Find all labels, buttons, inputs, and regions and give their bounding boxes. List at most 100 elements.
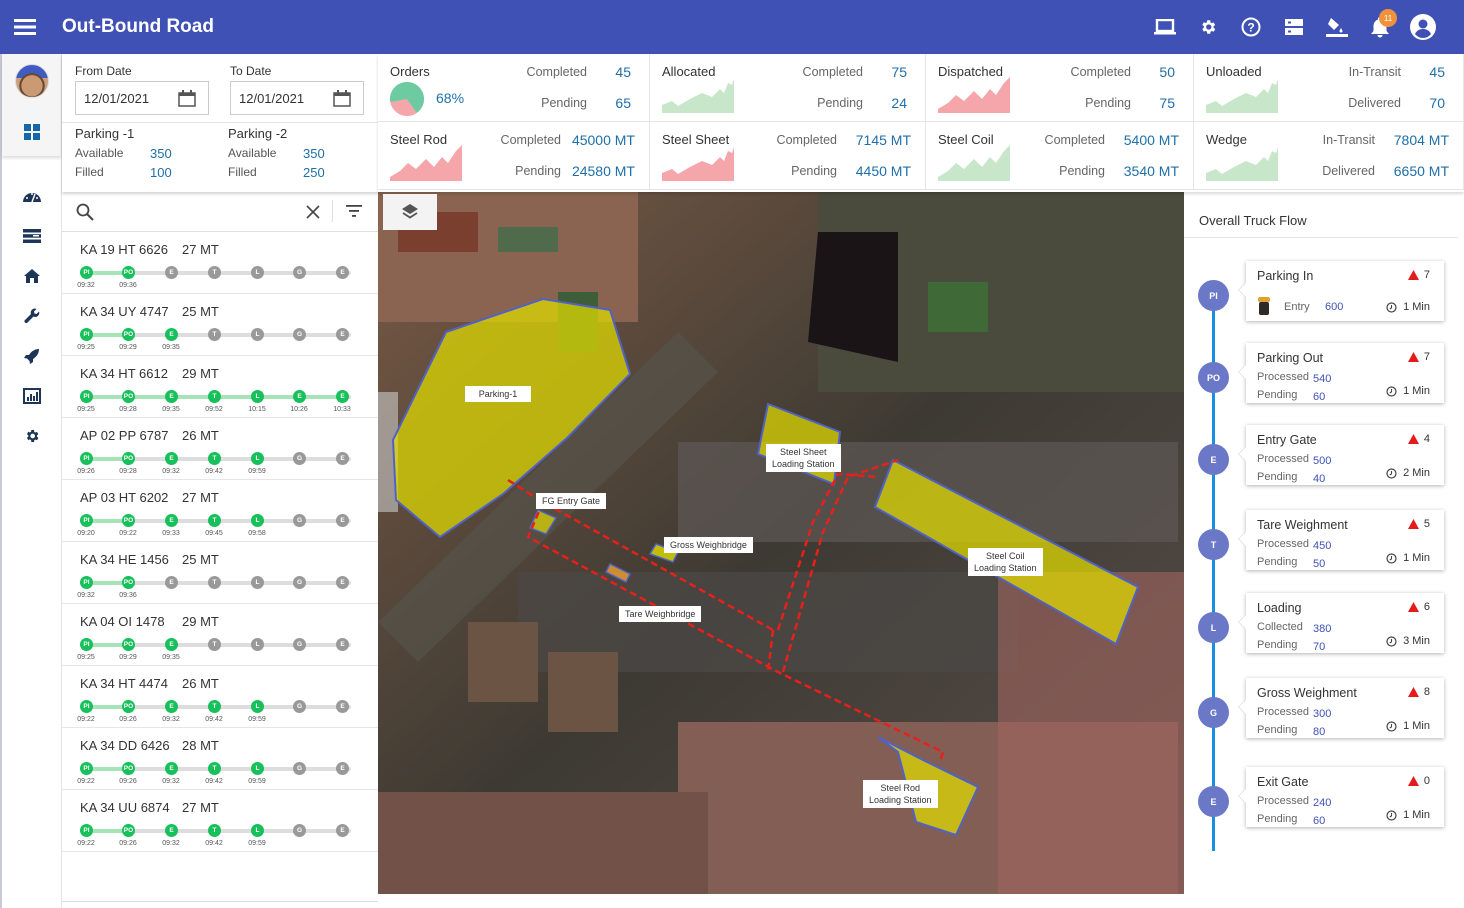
theme-button[interactable] xyxy=(1315,0,1358,54)
avg-time: 1 Min xyxy=(1403,720,1430,732)
avatar[interactable] xyxy=(14,64,49,98)
stat-card-orders[interactable]: Orders Completed 45 Pending 65 68% xyxy=(378,54,650,122)
sparkline-chart xyxy=(662,147,734,181)
rail-settings[interactable] xyxy=(2,416,62,456)
map-label-fg-entry-gate[interactable]: FG Entry Gate xyxy=(536,493,607,509)
rail-home[interactable] xyxy=(2,256,62,296)
sparkline-chart xyxy=(1206,147,1278,181)
stat-value-1: 45 xyxy=(615,64,631,80)
flow-card-parking-in[interactable]: Parking In 7 Entry 600 1 Min xyxy=(1239,261,1444,321)
stat-card-dispatched[interactable]: Dispatched Completed 50 Pending 75 xyxy=(926,54,1194,122)
warning-icon xyxy=(1407,352,1419,362)
stage-dot-po: PO xyxy=(122,452,135,465)
stat-title: Orders xyxy=(390,64,430,79)
calendar-icon[interactable] xyxy=(333,90,351,107)
laptop-button[interactable] xyxy=(1143,0,1186,54)
truck-list-item[interactable]: AP 02 PP 6787 26 MT PI 09:26 PO 09:28 E 09:32 T 0… xyxy=(62,418,378,480)
stage-dot-l: L xyxy=(251,390,264,403)
stat-label-2: Delivered xyxy=(1322,164,1375,178)
map-label-gross-weighbridge[interactable]: Gross Weighbridge xyxy=(664,537,753,553)
calendar-icon[interactable] xyxy=(178,90,196,107)
stat-card-allocated[interactable]: Allocated Completed 75 Pending 24 xyxy=(650,54,926,122)
storage-icon xyxy=(1284,19,1303,35)
stage-dot-g: G xyxy=(293,266,306,279)
account-button[interactable] xyxy=(1401,0,1444,54)
from-date-value: 12/01/2021 xyxy=(84,90,150,106)
stage-time: 09:32 xyxy=(162,716,180,723)
stat-card-steel-sheet[interactable]: Steel Sheet Completed 7145 MT Pending 4450 M… xyxy=(650,122,926,190)
from-date-input[interactable]: 12/01/2021 xyxy=(75,81,209,115)
wrench-icon xyxy=(23,308,39,324)
truck-weight: 27 MT xyxy=(182,242,219,257)
warning-icon xyxy=(1407,776,1419,786)
laptop-icon xyxy=(1153,19,1176,35)
rail-reports[interactable] xyxy=(2,376,62,416)
flow-value-1: 240 xyxy=(1313,797,1332,809)
stage-dot-po: PO xyxy=(122,700,135,713)
stage-dot-l: L xyxy=(251,452,264,465)
clear-icon[interactable] xyxy=(306,205,320,219)
rail-gauge[interactable] xyxy=(2,176,62,216)
layers-button[interactable] xyxy=(383,194,437,230)
help-button[interactable]: ? xyxy=(1229,0,1272,54)
stat-card-steel-rod[interactable]: Steel Rod Completed 45000 MT Pending 24580 M… xyxy=(378,122,650,190)
to-date-input[interactable]: 12/01/2021 xyxy=(230,81,364,115)
storage-button[interactable] xyxy=(1272,0,1315,54)
stage-dot-pi: PI xyxy=(80,452,93,465)
stat-value-2: 24 xyxy=(891,95,907,111)
flow-card-gross-weighment[interactable]: Gross Weighment 8 Processed 300 Pending 80 1 M… xyxy=(1239,678,1444,738)
available-value: 350 xyxy=(150,146,172,161)
stage-dot-e: E xyxy=(165,266,178,279)
filter-icon[interactable] xyxy=(346,205,362,217)
stage-dot-pi: PI xyxy=(80,824,93,837)
truck-list-item[interactable]: AP 03 HT 6202 27 MT PI 09:20 PO 09:22 E 09:33 T 0… xyxy=(62,480,378,542)
flow-node-po: PO xyxy=(1198,362,1229,393)
truck-list-item[interactable]: KA 34 DD 6426 28 MT PI 09:22 PO 09:26 E 09:32 T 0… xyxy=(62,728,378,790)
truck-plate: AP 03 HT 6202 xyxy=(80,490,169,505)
search-icon[interactable] xyxy=(76,203,94,221)
search-input[interactable] xyxy=(104,200,324,224)
map-label-steel-rod[interactable]: Steel Rod Loading Station xyxy=(863,780,938,808)
notification-badge: 11 xyxy=(1379,9,1397,27)
flow-card-entry-gate[interactable]: Entry Gate 4 Processed 500 Pending 40 2 Min xyxy=(1239,425,1444,485)
rail-dashboard[interactable] xyxy=(23,124,40,145)
clock-icon xyxy=(1386,385,1397,397)
flow-card-exit-gate[interactable]: Exit Gate 0 Processed 240 Pending 60 1 Min xyxy=(1239,767,1444,827)
map-view[interactable]: Parking-1 Steel Sheet Loading Station FG… xyxy=(378,192,1184,894)
stat-label-2: Pending xyxy=(1085,96,1131,110)
stat-card-wedge[interactable]: Wedge In-Transit 7804 MT Delivered 6650 MT xyxy=(1194,122,1464,190)
flow-card-loading[interactable]: Loading 6 Collected 380 Pending 70 3 Min xyxy=(1239,593,1444,653)
map-label-parking-1[interactable]: Parking-1 xyxy=(465,386,531,402)
stat-label-2: Pending xyxy=(515,164,561,178)
flow-label-1: Processed xyxy=(1257,795,1309,807)
rail-tools[interactable] xyxy=(2,296,62,336)
map-label-steel-sheet[interactable]: Steel Sheet Loading Station xyxy=(766,444,841,472)
truck-list-item[interactable]: KA 04 OI 1478 29 MT PI 09:25 PO 09:29 E 09:35 T L… xyxy=(62,604,378,666)
flow-value-2: 60 xyxy=(1313,815,1326,827)
stage-time: 09:33 xyxy=(162,530,180,537)
flow-card-parking-out[interactable]: Parking Out 7 Processed 540 Pending 60 1 Min xyxy=(1239,343,1444,403)
search-bar xyxy=(62,192,378,232)
flow-card-tare-weighment[interactable]: Tare Weighment 5 Processed 450 Pending 50 1 Mi… xyxy=(1239,510,1444,570)
truck-list-item[interactable]: KA 34 HT 6612 29 MT PI 09:25 PO 09:28 E 09:35 T 0… xyxy=(62,356,378,418)
stat-card-unloaded[interactable]: Unloaded In-Transit 45 Delivered 70 xyxy=(1194,54,1464,122)
sparkline-area xyxy=(938,145,1010,181)
truck-list-item[interactable]: KA 34 HE 1456 25 MT PI 09:32 PO 09:36 E T L G E xyxy=(62,542,378,604)
truck-list-item[interactable]: KA 34 UY 4747 25 MT PI 09:25 PO 09:29 E 09:35 T L… xyxy=(62,294,378,356)
stat-card-steel-coil[interactable]: Steel Coil Completed 5400 MT Pending 3540 MT xyxy=(926,122,1194,190)
truck-flow-title: Overall Truck Flow xyxy=(1184,203,1458,238)
map-label-tare-weighbridge[interactable]: Tare Weighbridge xyxy=(619,606,702,622)
flow-stage-name: Parking In xyxy=(1257,269,1314,283)
rail-list[interactable] xyxy=(2,216,62,256)
map-label-steel-coil[interactable]: Steel Coil Loading Station xyxy=(968,548,1043,576)
stage-time: 09:32 xyxy=(77,592,95,599)
notifications-button[interactable]: 11 xyxy=(1358,0,1401,54)
settings-button[interactable] xyxy=(1186,0,1229,54)
stage-dot-l: L xyxy=(251,762,264,775)
rail-launch[interactable] xyxy=(2,336,62,376)
truck-list-item[interactable]: KA 34 HT 4474 26 MT PI 09:22 PO 09:26 E 09:32 T 0… xyxy=(62,666,378,728)
truck-list-item[interactable]: KA 34 UU 6874 27 MT PI 09:22 PO 09:26 E 09:32 T 0… xyxy=(62,790,378,852)
menu-button[interactable] xyxy=(0,0,50,54)
truck-list-item[interactable]: KA 19 HT 6626 27 MT PI 09:32 PO 09:36 E T L G E xyxy=(62,232,378,294)
stage-time: 09:45 xyxy=(205,530,223,537)
